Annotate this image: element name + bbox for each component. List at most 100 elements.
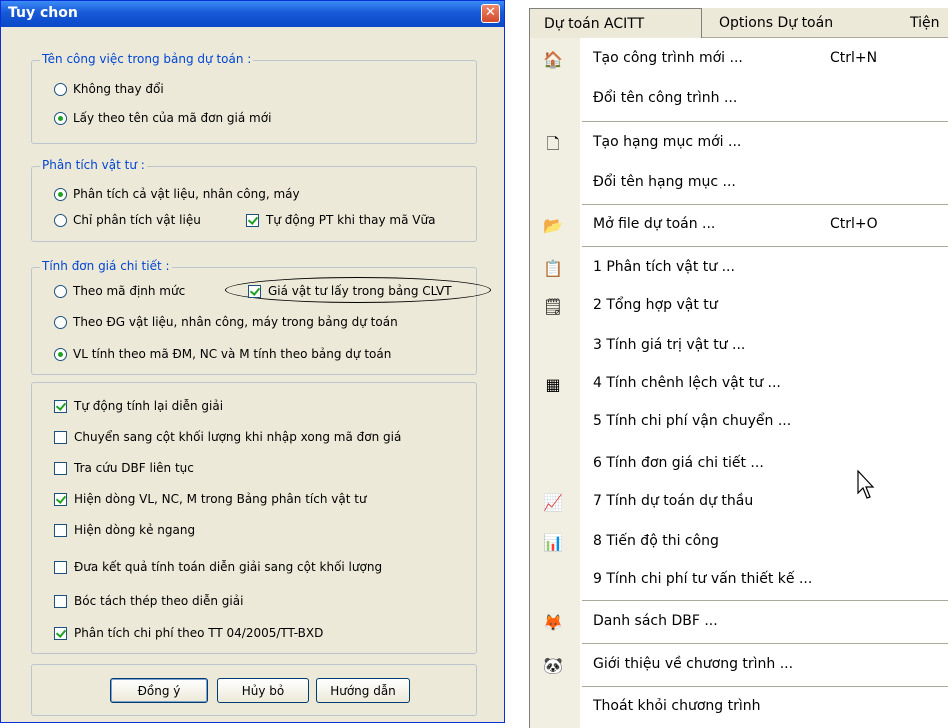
menu-item-label: Tạo công trình mới ... [593, 50, 743, 66]
help-button[interactable]: Hướng dẫn [316, 678, 410, 703]
checkbox-icon[interactable] [54, 523, 67, 537]
menu-item-label: Đổi tên hạng mục ... [593, 174, 736, 190]
radio-analyze-all-label: Phân tích cả vật liệu, nhân công, máy [73, 187, 300, 201]
radio-icon[interactable] [54, 82, 67, 96]
radio-use-new-name[interactable]: Lấy theo tên của mã đơn giá mới [54, 109, 271, 127]
radio-icon[interactable] [54, 187, 67, 201]
menu-item-label: 5 Tính chi phí vận chuyển ... [593, 413, 792, 429]
checkbox-icon[interactable] [54, 461, 67, 475]
check-item[interactable]: Hiện dòng VL, NC, M trong Bảng phân tích… [54, 490, 367, 508]
group-task-name-title: Tên công việc trong bảng dự toán : [40, 52, 254, 66]
menu-item-label: 6 Tính đơn giá chi tiết ... [593, 455, 764, 471]
radio-icon[interactable] [54, 284, 67, 298]
menu-tien-ich[interactable]: Tiện [910, 8, 940, 38]
radio-icon[interactable] [54, 111, 67, 125]
chart-icon: 📈 [543, 493, 563, 512]
menu-item-label: 1 Phân tích vật tư ... [593, 259, 735, 275]
menu-item-8[interactable]: 📊 8 Tiến độ thi công [530, 525, 948, 561]
new-document-icon: 🗋 [546, 134, 560, 153]
check-item[interactable]: Tự động tính lại diễn giải [54, 397, 223, 415]
menu-item-rename-item[interactable]: Đổi tên hạng mục ... [530, 166, 948, 202]
radio-no-change[interactable]: Không thay đổi [54, 80, 164, 98]
group-task-name: Tên công việc trong bảng dự toán : [31, 52, 477, 144]
menu-item-dbf-list[interactable]: 🦊 Danh sách DBF ... [530, 605, 948, 641]
menu-item-shortcut: Ctrl+N [830, 50, 878, 66]
open-folder-icon: 📂 [543, 216, 563, 235]
menu-item-2[interactable]: 🗒 2 Tổng hợp vật tư [530, 289, 948, 325]
calculator-icon: ▦ [545, 375, 561, 394]
menu-item-7[interactable]: 📈 7 Tính dự toán dự thầu [530, 485, 948, 521]
radio-by-norm-code-label: Theo mã định mức [73, 284, 186, 298]
menu-item-new-project[interactable]: 🏠 Tạo công trình mới ... Ctrl+N [530, 42, 948, 78]
mouse-cursor-icon [857, 470, 875, 499]
menu-item-label: 8 Tiến độ thi công [593, 533, 719, 549]
summary-icon: 🗒 [542, 297, 564, 316]
check-item[interactable]: Chuyển sang cột khối lượng khi nhập xong… [54, 428, 401, 446]
checkbox-icon[interactable] [54, 399, 67, 413]
group-general-options [31, 382, 477, 654]
check-auto-analyze-mortar[interactable]: Tự động PT khi thay mã Vữa [246, 211, 435, 229]
checkbox-icon[interactable] [54, 560, 67, 574]
menu-item-9[interactable]: 9 Tính chi phí tư vấn thiết kế ... [530, 563, 948, 599]
radio-analyze-material-only[interactable]: Chỉ phân tích vật liệu [54, 211, 201, 229]
menu-item-6[interactable]: 6 Tính đơn giá chi tiết ... [530, 447, 948, 483]
radio-mixed-method-label: VL tính theo mã ĐM, NC và M tính theo bả… [73, 347, 392, 361]
menu-item-5[interactable]: 5 Tính chi phí vận chuyển ... [530, 405, 948, 441]
checkbox-icon[interactable] [54, 492, 67, 506]
check-price-from-clvt[interactable]: Giá vật tư lấy trong bảng CLVT [248, 282, 452, 300]
dialog-titlebar[interactable]: Tuy chon ✕ [1, 1, 504, 27]
menu-options-du-toan[interactable]: Options Dự toán [719, 8, 833, 38]
menu-item-label: 7 Tính dự toán dự thầu [593, 493, 754, 509]
cancel-button[interactable]: Hủy bỏ [217, 678, 309, 703]
menu-item-label: Tạo hạng mục mới ... [593, 134, 742, 150]
radio-analyze-all[interactable]: Phân tích cả vật liệu, nhân công, máy [54, 185, 300, 203]
menu-item-label: Đổi tên công trình ... [593, 90, 738, 106]
menu-item-new-item[interactable]: 🗋 Tạo hạng mục mới ... [530, 126, 948, 162]
ok-button[interactable]: Đồng ý [110, 678, 208, 703]
checkbox-icon[interactable] [246, 213, 259, 227]
menu-du-toan-acitt[interactable]: Dự toán ACITT [529, 8, 702, 38]
menu-item-4[interactable]: ▦ 4 Tính chênh lệch vật tư ... [530, 367, 948, 403]
analysis-icon: 📋 [543, 259, 563, 278]
menu-separator [582, 246, 948, 247]
menu-item-label: Thoát khỏi chương trình [593, 698, 761, 714]
check-item[interactable]: Phân tích chi phí theo TT 04/2005/TT-BXD [54, 624, 323, 642]
radio-by-estimate-prices[interactable]: Theo ĐG vật liệu, nhân công, máy trong b… [54, 313, 398, 331]
check-item-label: Hiện dòng VL, NC, M trong Bảng phân tích… [74, 492, 367, 506]
menu-item-label: 3 Tính giá trị vật tư ... [593, 337, 746, 353]
check-item-label: Bóc tách thép theo diễn giải [74, 594, 244, 608]
checkbox-icon[interactable] [54, 430, 67, 444]
menu-item-rename-project[interactable]: Đổi tên công trình ... [530, 82, 948, 118]
check-item-label: Chuyển sang cột khối lượng khi nhập xong… [74, 430, 402, 444]
radio-icon[interactable] [54, 315, 67, 329]
radio-mixed-method[interactable]: VL tính theo mã ĐM, NC và M tính theo bả… [54, 345, 391, 363]
check-item[interactable]: Hiện dòng kẻ ngang [54, 521, 195, 539]
check-item[interactable]: Đưa kết quả tính toán diễn giải sang cột… [54, 558, 382, 576]
checkbox-icon[interactable] [248, 284, 261, 298]
about-icon: 🐼 [543, 656, 563, 675]
options-dialog: Tuy chon ✕ Tên công việc trong bảng dự t… [0, 0, 505, 723]
check-item[interactable]: Bóc tách thép theo diễn giải [54, 592, 243, 610]
check-item-label: Đưa kết quả tính toán diễn giải sang cột… [74, 560, 383, 574]
menu-item-3[interactable]: 3 Tính giá trị vật tư ... [530, 329, 948, 365]
check-item-label: Tra cứu DBF liên tục [74, 461, 194, 475]
radio-analyze-material-only-label: Chỉ phân tích vật liệu [73, 213, 201, 227]
check-item-label: Phân tích chi phí theo TT 04/2005/TT-BXD [74, 626, 324, 640]
menu-bar: Dự toán ACITT Options Dự toán Tiện [529, 8, 948, 38]
menu-item-1[interactable]: 📋 1 Phân tích vật tư ... [530, 251, 948, 287]
bar-chart-icon: 📊 [543, 533, 563, 552]
checkbox-icon[interactable] [54, 594, 67, 608]
radio-no-change-label: Không thay đổi [73, 82, 164, 96]
check-item[interactable]: Tra cứu DBF liên tục [54, 459, 194, 477]
group-material-analysis-title: Phân tích vật tư : [40, 158, 147, 172]
menu-item-label: Mở file dự toán ... [593, 216, 716, 232]
menu-item-exit[interactable]: Thoát khỏi chương trình [530, 690, 948, 726]
radio-icon[interactable] [54, 347, 67, 361]
close-button[interactable]: ✕ [481, 4, 500, 23]
radio-by-norm-code[interactable]: Theo mã định mức [54, 282, 185, 300]
menu-item-open-file[interactable]: 📂 Mở file dự toán ... Ctrl+O [530, 208, 948, 244]
radio-icon[interactable] [54, 213, 67, 227]
dialog-title: Tuy chon [8, 5, 78, 21]
menu-item-about[interactable]: 🐼 Giới thiệu về chương trình ... [530, 648, 948, 684]
checkbox-icon[interactable] [54, 626, 67, 640]
